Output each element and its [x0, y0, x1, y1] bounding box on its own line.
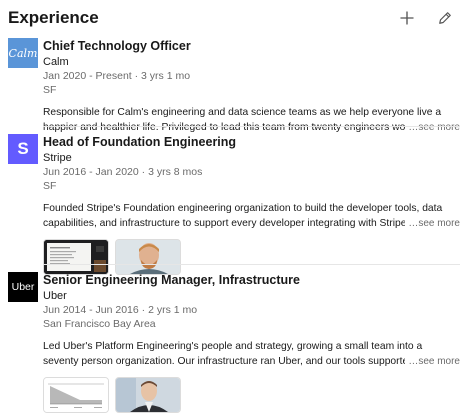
job-description: Founded Stripe's Foundation engineering …	[43, 203, 443, 229]
media-thumbnail-photo[interactable]	[115, 239, 181, 275]
see-more-link[interactable]: …see more	[405, 120, 460, 135]
media-thumbnail-chart[interactable]	[43, 377, 109, 413]
company-name: Stripe	[43, 152, 72, 164]
add-experience-button[interactable]	[396, 7, 418, 29]
chart-preview-image	[44, 378, 108, 412]
divider	[43, 264, 460, 265]
job-title: Head of Foundation Engineering	[43, 135, 237, 149]
divider	[43, 126, 460, 127]
speaker-photo-image	[116, 378, 180, 412]
calm-logo-text: Calm	[8, 46, 38, 60]
job-description: Led Uber's Platform Engineering's people…	[43, 341, 446, 367]
company-name: Uber	[43, 290, 67, 302]
experience-item: S Head of Foundation Engineering Stripe …	[8, 134, 460, 275]
job-title: Senior Engineering Manager, Infrastructu…	[43, 273, 301, 287]
slide-preview-image	[44, 240, 108, 274]
job-description: Responsible for Calm's engineering and d…	[43, 107, 459, 133]
pencil-icon	[439, 12, 451, 24]
media-thumbnail-photo[interactable]	[115, 377, 181, 413]
media-thumbnail-slide[interactable]	[43, 239, 109, 275]
date-range: Jan 2020 - Present · 3 yrs 1 mo	[43, 70, 191, 82]
experience-content: Chief Technology Officer Calm Jan 2020 -…	[43, 38, 460, 135]
experience-header: Experience	[8, 6, 460, 30]
company-logo-uber[interactable]: Uber	[8, 272, 38, 302]
experience-content: Senior Engineering Manager, Infrastructu…	[43, 272, 460, 413]
speaker-photo-image	[116, 240, 180, 274]
section-title: Experience	[8, 8, 99, 27]
job-title: Chief Technology Officer	[43, 39, 191, 53]
experience-item: Calm Chief Technology Officer Calm Jan 2…	[8, 38, 460, 135]
uber-logo-text: Uber	[11, 281, 35, 293]
company-logo-stripe[interactable]: S	[8, 134, 38, 164]
stripe-logo-text: S	[17, 139, 29, 158]
date-range: Jun 2016 - Jan 2020 · 3 yrs 8 mos	[43, 166, 203, 178]
plus-icon	[400, 11, 414, 25]
media-attachments	[43, 377, 460, 413]
date-range: Jun 2014 - Jun 2016 · 2 yrs 1 mo	[43, 304, 198, 316]
media-attachments	[43, 239, 460, 275]
experience-content: Head of Foundation Engineering Stripe Ju…	[43, 134, 460, 275]
location: SF	[43, 84, 57, 96]
company-name: Calm	[43, 56, 69, 68]
company-logo-calm[interactable]: Calm	[8, 38, 38, 68]
location: San Francisco Bay Area	[43, 318, 156, 330]
see-more-link[interactable]: …see more	[405, 354, 460, 369]
location: SF	[43, 180, 57, 192]
experience-item: Uber Senior Engineering Manager, Infrast…	[8, 272, 460, 413]
header-actions	[396, 7, 456, 29]
see-more-link[interactable]: …see more	[405, 216, 460, 231]
edit-experience-button[interactable]	[434, 7, 456, 29]
